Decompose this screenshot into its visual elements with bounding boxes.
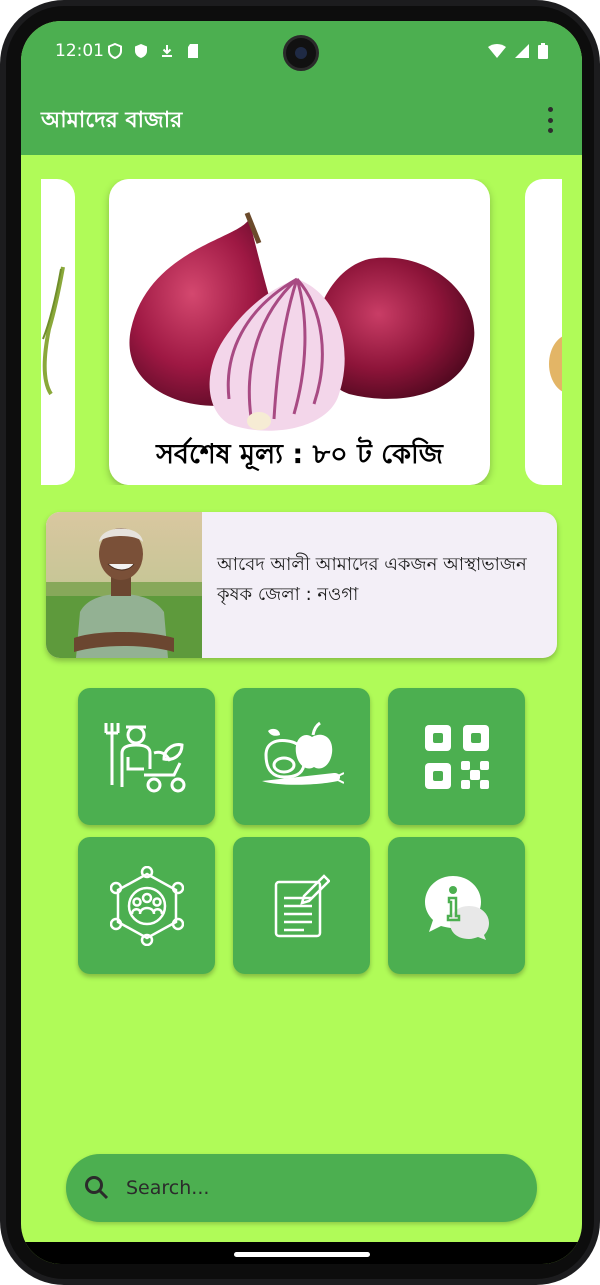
vegetable-image <box>42 266 65 396</box>
shield-icon <box>108 43 122 59</box>
community-tile[interactable] <box>78 837 215 974</box>
qr-scan-tile[interactable] <box>388 688 525 825</box>
info-chat-icon <box>424 875 489 940</box>
carousel-card-next[interactable] <box>525 179 562 485</box>
onion-image <box>129 212 475 431</box>
download-icon <box>162 45 172 57</box>
farmer-description: আবেদ আলী আমাদের একজন আস্থাভাজন কৃষক জেলা… <box>217 554 527 605</box>
home-indicator[interactable] <box>234 1252 370 1257</box>
battery-icon <box>538 43 548 59</box>
farmer-card[interactable]: আবেদ আলী আমাদের একজন আস্থাভাজন কৃষক জেলা… <box>46 512 557 658</box>
status-icons-right <box>488 43 548 59</box>
info-tile[interactable] <box>388 837 525 974</box>
product-carousel[interactable]: সর্বশেষ মূল্য : ৮০ ট কেজি <box>41 179 562 485</box>
vegetable-image <box>549 336 562 392</box>
search-icon[interactable] <box>84 1175 110 1201</box>
carousel-card-current[interactable]: সর্বশেষ মূল্য : ৮০ ট কেজি <box>109 179 490 485</box>
app-bar: 12:01 আমাদের বাজার <box>21 21 582 155</box>
status-time: 12:01 <box>55 41 104 61</box>
community-network-icon <box>109 865 184 946</box>
overflow-menu-icon[interactable] <box>538 107 562 133</box>
latest-price: সর্বশেষ মূল্য : ৮০ ট কেজি <box>156 439 443 470</box>
app-title: আমাদের বাজার <box>41 108 183 133</box>
signal-icon <box>515 44 529 58</box>
front-camera <box>283 35 319 71</box>
phone-frame: 12:01 আমাদের বাজার সর্বশেষ মূল্য: ৮০ ট … <box>0 0 600 1285</box>
notes-icon <box>274 873 330 937</box>
qr-code-icon <box>424 724 489 789</box>
farmer-tile[interactable] <box>78 688 215 825</box>
search-bar[interactable] <box>66 1154 537 1222</box>
products-tile[interactable] <box>233 688 370 825</box>
status-icons-left <box>107 43 201 59</box>
screen: 12:01 আমাদের বাজার সর্বশেষ মূল্য: ৮০ ট … <box>21 21 582 1264</box>
system-nav-bar <box>21 1242 582 1264</box>
search-input[interactable] <box>126 1168 516 1208</box>
action-grid <box>78 688 525 974</box>
wifi-icon <box>488 44 506 58</box>
farmer-photo <box>46 512 202 658</box>
security-shield-icon <box>135 44 147 58</box>
sd-card-icon <box>188 44 198 58</box>
farmer-icon <box>104 722 185 792</box>
notes-tile[interactable] <box>233 837 370 974</box>
carousel-card-previous[interactable] <box>41 179 75 485</box>
vegetables-icon <box>261 721 344 785</box>
